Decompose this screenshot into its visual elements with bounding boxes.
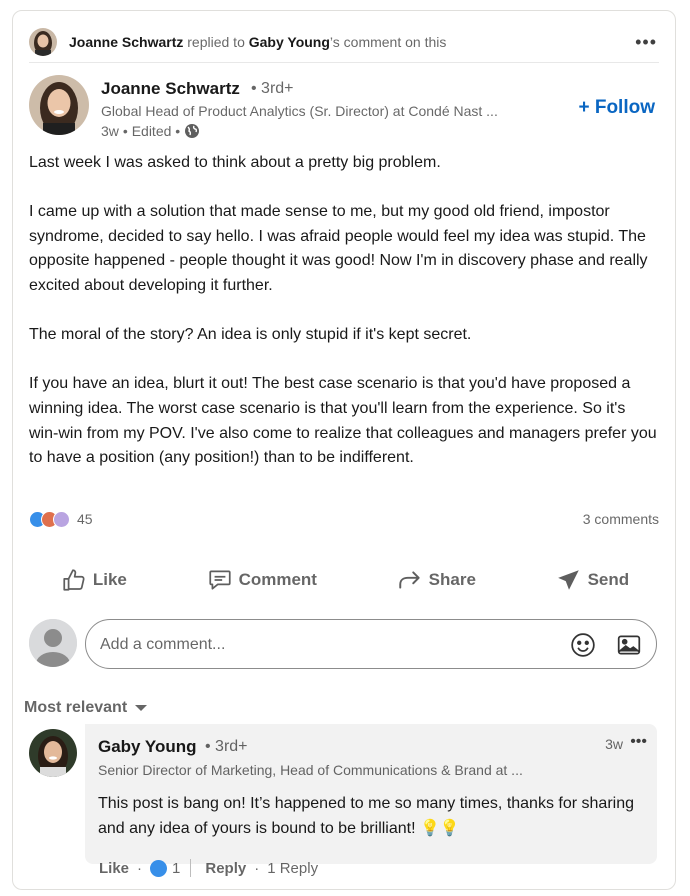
author-name[interactable]: Joanne Schwartz xyxy=(101,79,240,99)
divider xyxy=(190,859,192,877)
activity-target[interactable]: Gaby Young xyxy=(249,34,330,50)
commenter-headline: Senior Director of Marketing, Head of Co… xyxy=(98,762,523,778)
social-counts: 45 3 comments xyxy=(29,508,659,530)
post-paragraph: The moral of the story? An idea is only … xyxy=(29,326,472,344)
post-author: Joanne Schwartz • 3rd+ Global Head of Pr… xyxy=(29,75,659,143)
comment-icon xyxy=(208,570,231,590)
replies-count-link[interactable]: 1 Reply xyxy=(267,860,318,877)
follow-button[interactable]: + Follow xyxy=(578,97,655,119)
commenter-degree: • 3rd+ xyxy=(205,738,248,755)
commenter-avatar[interactable] xyxy=(29,729,77,777)
comment-composer xyxy=(29,619,659,671)
like-reaction-icon[interactable] xyxy=(150,859,168,877)
globe-icon xyxy=(185,124,200,138)
post-age: 3w xyxy=(101,123,119,139)
image-icon[interactable] xyxy=(616,632,642,658)
comment-label: Comment xyxy=(238,570,317,589)
caret-down-icon xyxy=(135,705,148,711)
post-paragraph: I came up with a solution that made sens… xyxy=(29,203,648,294)
commenter-name[interactable]: Gaby Young xyxy=(98,737,197,757)
actor-avatar[interactable] xyxy=(29,28,57,56)
post-action-bar: Like Comment Share Send xyxy=(13,556,675,604)
reaction-count[interactable]: 45 xyxy=(77,511,93,527)
activity-header: Joanne Schwartz replied to Gaby Young’s … xyxy=(29,21,659,63)
comment-bubble: Gaby Young • 3rd+ Senior Director of Mar… xyxy=(85,724,657,864)
comment-input[interactable] xyxy=(100,632,540,658)
current-user-avatar[interactable] xyxy=(29,619,77,667)
comment-button[interactable]: Comment xyxy=(193,559,331,601)
author-degree: • 3rd+ xyxy=(251,80,294,97)
comment-like-button[interactable]: Like xyxy=(99,860,129,877)
share-button[interactable]: Share xyxy=(383,559,490,601)
more-options-icon[interactable]: ••• xyxy=(635,32,657,52)
comment-input-box xyxy=(85,619,657,669)
like-label: Like xyxy=(92,570,127,589)
header-divider xyxy=(29,62,659,63)
emoji-icon[interactable] xyxy=(570,632,596,658)
author-avatar[interactable] xyxy=(29,75,89,135)
activity-actor[interactable]: Joanne Schwartz xyxy=(69,34,183,50)
separator-dot: · xyxy=(137,859,143,877)
comment-actions: Like · 1 Reply · 1 Reply xyxy=(99,857,318,879)
post-paragraph: Last week I was asked to think about a p… xyxy=(29,154,441,171)
author-headline: Global Head of Product Analytics (Sr. Di… xyxy=(101,103,498,119)
activity-suffix: ’s comment on this xyxy=(329,34,447,50)
comment-text: This post is bang on! It’s happened to m… xyxy=(98,795,634,837)
post-meta: 3w • Edited • xyxy=(101,123,200,139)
post-edited: • Edited • xyxy=(122,123,181,139)
love-reaction-icon xyxy=(53,510,70,528)
share-arrow-icon xyxy=(398,571,420,589)
reaction-icons[interactable] xyxy=(29,510,70,528)
separator-dot: · xyxy=(254,859,260,877)
like-button[interactable]: Like xyxy=(47,559,141,601)
send-icon xyxy=(557,570,579,590)
send-label: Send xyxy=(587,570,630,589)
post-paragraph: If you have an idea, blurt it out! The b… xyxy=(29,375,657,467)
post-body: Last week I was asked to think about a p… xyxy=(29,151,659,471)
comment-reply-button[interactable]: Reply xyxy=(205,860,246,877)
activity-text: Joanne Schwartz replied to Gaby Young’s … xyxy=(69,34,446,50)
sort-dropdown[interactable]: Most relevant xyxy=(24,699,148,717)
feed-post-card: Joanne Schwartz replied to Gaby Young’s … xyxy=(12,10,676,890)
comment-time: 3w xyxy=(605,736,623,752)
send-button[interactable]: Send xyxy=(542,559,644,601)
activity-verb: replied to xyxy=(187,34,245,50)
share-label: Share xyxy=(428,570,476,589)
comment-like-count[interactable]: 1 xyxy=(172,860,180,877)
comments-count[interactable]: 3 comments xyxy=(583,511,659,527)
comment-more-icon[interactable]: ••• xyxy=(630,733,647,751)
sort-label: Most relevant xyxy=(24,699,128,716)
thumbs-up-icon xyxy=(63,569,85,591)
